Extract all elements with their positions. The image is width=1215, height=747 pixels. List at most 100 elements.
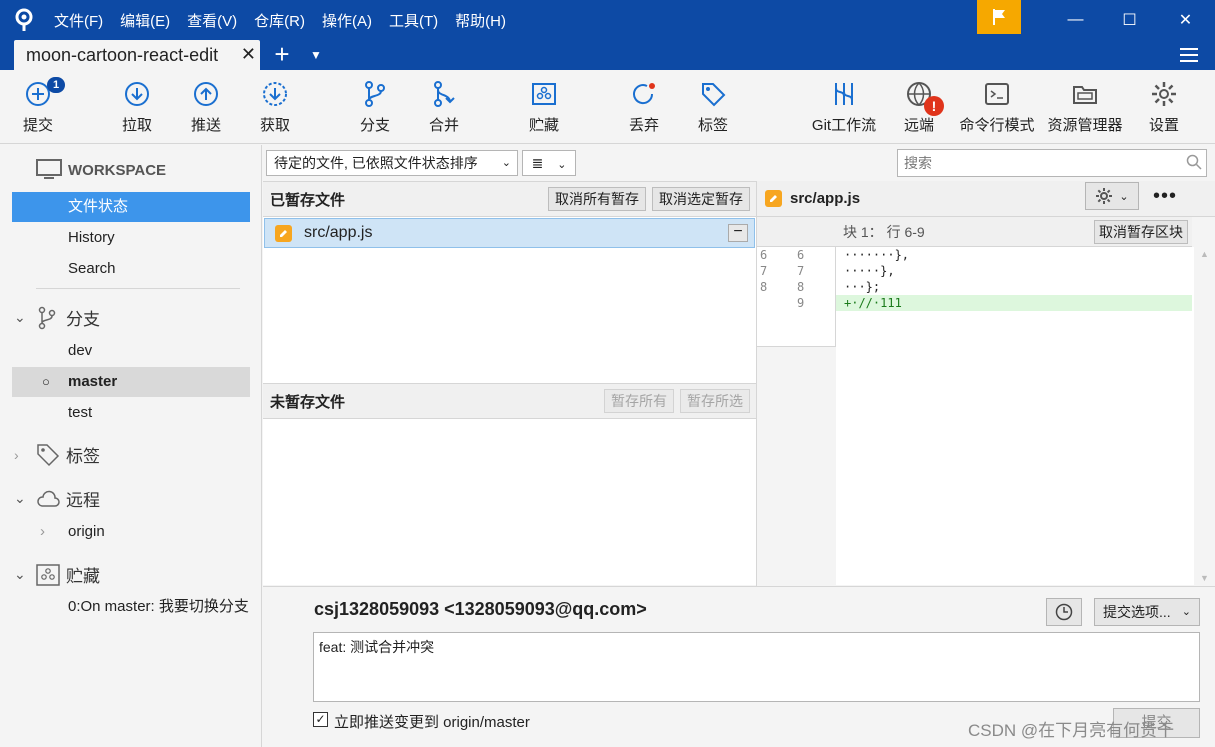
diff-line: ·······}, <box>844 248 910 262</box>
diff-code: ·······}, ·····}, ···}; +·//·111 <box>836 247 1192 311</box>
tag-icon <box>37 443 60 466</box>
commit-author: csj1328059093 <1328059093@qq.com> <box>314 599 647 619</box>
push-arrow-up-icon <box>194 82 218 106</box>
folder-icon <box>1073 86 1097 104</box>
toolbar: 1 提交 拉取 推送 获取 分支 合并 贮藏 丢弃 标签 Git工作流 ! 远端 <box>0 70 1215 144</box>
staged-files-header: 已暂存文件 取消所有暂存 取消选定暂存 <box>263 181 756 217</box>
stashes-header[interactable]: ⌄ 贮藏 <box>14 562 100 587</box>
tab-close-icon[interactable]: ✕ <box>241 44 256 65</box>
push-immediately-checkbox[interactable]: ✓ <box>313 712 328 727</box>
modified-file-icon <box>275 224 292 242</box>
terminal-button[interactable]: 命令行模式 <box>960 80 1035 135</box>
menu-file[interactable]: 文件(F) <box>54 10 103 31</box>
stash-item[interactable]: 0:On master: 我要切换分支 <box>12 592 250 622</box>
remote-button[interactable]: ! 远端 <box>884 80 954 135</box>
gutter-header <box>757 217 836 247</box>
staged-file-row[interactable]: src/app.js − <box>264 218 755 248</box>
unstage-file-button[interactable]: − <box>728 224 748 242</box>
sidebar-divider <box>36 288 240 289</box>
close-window-button[interactable]: ✕ <box>1158 0 1213 40</box>
branch-item-dev[interactable]: dev <box>12 336 250 366</box>
unstage-all-button[interactable]: 取消所有暂存 <box>548 187 646 211</box>
tab-repository[interactable]: moon-cartoon-react-edit ✕ <box>14 40 260 70</box>
remote-item-origin[interactable]: › origin <box>12 517 250 547</box>
view-mode-dropdown[interactable]: ≣ ⌄ <box>522 150 576 176</box>
stage-selected-button[interactable]: 暂存所选 <box>680 389 750 413</box>
chevron-down-icon: ⌄ <box>1119 190 1129 203</box>
menu-repository[interactable]: 仓库(R) <box>254 10 305 31</box>
commit-message-input[interactable]: feat: 测试合并冲突 <box>313 632 1200 702</box>
line-number-gutter: 6 6 7 7 8 8 9 <box>757 247 836 347</box>
tab-label: moon-cartoon-react-edit <box>26 44 219 65</box>
explorer-button[interactable]: 资源管理器 <box>1048 80 1123 135</box>
watermark: CSDN @在下月亮有何贵干 <box>968 721 1175 740</box>
sidebar: WORKSPACE 文件状态 History Search ⌄ 分支 dev ○… <box>0 145 262 747</box>
sidebar-item-history[interactable]: History <box>12 223 250 253</box>
chevron-right-icon: › <box>40 523 45 540</box>
branch-icon <box>38 306 56 329</box>
chevron-down-icon: ⌄ <box>501 157 511 169</box>
commit-options-dropdown[interactable]: 提交选项... ⌄ <box>1094 598 1200 626</box>
menu-help[interactable]: 帮助(H) <box>455 10 506 31</box>
stash-button[interactable]: 贮藏 <box>509 80 579 135</box>
push-button[interactable]: 推送 <box>171 80 241 135</box>
commit-history-button[interactable] <box>1046 598 1082 626</box>
current-branch-icon: ○ <box>42 374 50 389</box>
gear-icon <box>1152 82 1176 106</box>
branch-button[interactable]: 分支 <box>340 80 410 135</box>
discard-button[interactable]: 丢弃 <box>609 80 679 135</box>
stage-all-button[interactable]: 暂存所有 <box>604 389 674 413</box>
notification-flag-button[interactable] <box>977 0 1021 34</box>
sidebar-item-file-status[interactable]: 文件状态 <box>12 192 250 222</box>
tags-header[interactable]: › 标签 <box>14 442 100 467</box>
stash-box-icon <box>36 563 60 586</box>
merge-icon <box>434 81 455 107</box>
hamburger-menu-icon[interactable] <box>1178 44 1200 66</box>
file-sort-dropdown[interactable]: 待定的文件, 已依照文件状态排序 ⌄ <box>266 150 518 176</box>
minimize-button[interactable]: — <box>1048 0 1103 40</box>
discard-refresh-icon <box>633 83 655 105</box>
branches-header[interactable]: ⌄ 分支 <box>14 305 100 330</box>
new-tab-button[interactable]: + <box>268 40 296 70</box>
tab-dropdown-icon[interactable]: ▼ <box>310 48 322 62</box>
search-input[interactable]: 搜索 <box>897 149 1207 177</box>
diff-options-button[interactable]: ⌄ <box>1085 182 1139 210</box>
pull-button[interactable]: 拉取 <box>102 80 172 135</box>
chevron-right-icon: › <box>14 446 19 463</box>
unstage-selected-button[interactable]: 取消选定暂存 <box>652 187 750 211</box>
fetch-button[interactable]: 获取 <box>240 80 310 135</box>
chevron-down-icon: ⌄ <box>14 490 26 506</box>
menu-edit[interactable]: 编辑(E) <box>120 10 170 31</box>
tag-button[interactable]: 标签 <box>678 80 748 135</box>
branch-item-master[interactable]: ○ master <box>12 367 250 397</box>
unstaged-files-list <box>263 419 756 585</box>
unstaged-files-header: 未暂存文件 暂存所有 暂存所选 <box>263 383 756 419</box>
scroll-down-icon[interactable]: ▼ <box>1200 573 1209 583</box>
tag-icon <box>702 83 726 107</box>
chevron-down-icon: ⌄ <box>14 566 26 582</box>
diff-header: src/app.js <box>757 181 1215 217</box>
commit-count-badge: 1 <box>47 77 66 93</box>
branch-item-test[interactable]: test <box>12 398 250 428</box>
diff-line: ·····}, <box>844 264 895 278</box>
sidebar-item-search[interactable]: Search <box>12 254 250 284</box>
menu-tools[interactable]: 工具(T) <box>389 10 438 31</box>
modified-file-icon <box>765 190 782 207</box>
diff-scrollbar[interactable]: ▲ ▼ <box>1194 247 1214 585</box>
menu-view[interactable]: 查看(V) <box>187 10 237 31</box>
push-immediately-label: 立即推送变更到 origin/master <box>334 714 530 731</box>
maximize-button[interactable]: ☐ <box>1102 0 1157 40</box>
stash-box-icon <box>532 83 556 105</box>
menu-actions[interactable]: 操作(A) <box>322 10 372 31</box>
cloud-icon <box>37 490 60 507</box>
unstage-hunk-button[interactable]: 取消暂存区块 <box>1094 220 1188 244</box>
hunk-header: 块 1： 行 6-9 取消暂存区块 <box>836 217 1192 247</box>
more-options-button[interactable]: ••• <box>1150 185 1180 208</box>
remotes-header[interactable]: ⌄ 远程 <box>14 486 100 511</box>
merge-button[interactable]: 合并 <box>409 80 479 135</box>
commit-button[interactable]: 1 提交 <box>3 77 73 135</box>
workspace-header: WORKSPACE <box>36 159 166 181</box>
settings-button[interactable]: 设置 <box>1129 80 1199 135</box>
gitflow-button[interactable]: Git工作流 <box>809 80 879 135</box>
scroll-up-icon[interactable]: ▲ <box>1200 249 1209 259</box>
